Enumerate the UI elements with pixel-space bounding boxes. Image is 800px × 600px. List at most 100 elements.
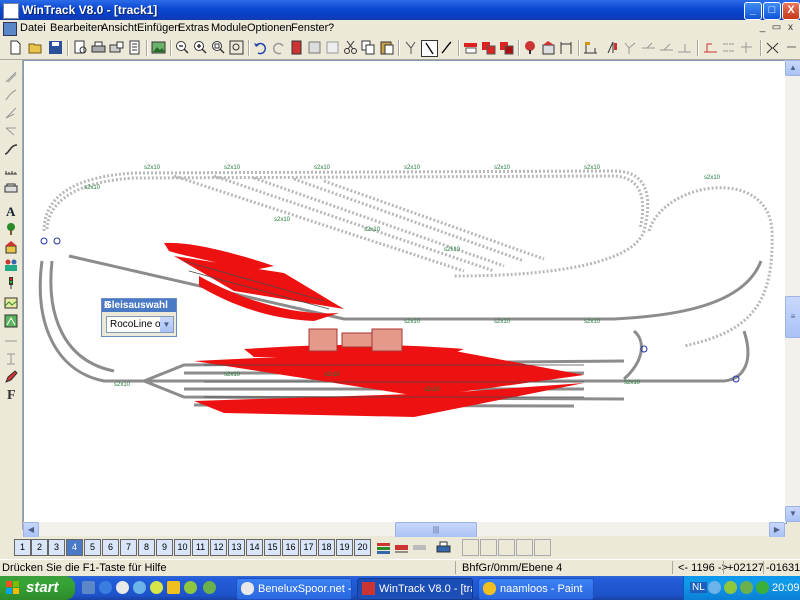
flex-track-tool-icon[interactable] <box>4 142 18 156</box>
tray-network-icon[interactable] <box>708 581 721 594</box>
view-option-3-button[interactable] <box>498 539 515 556</box>
wintrack-app-icon[interactable] <box>3 3 19 19</box>
scroll-left-icon[interactable]: ◀ <box>23 522 39 538</box>
view-option-1-button[interactable] <box>462 539 479 556</box>
close-button[interactable]: X <box>782 2 800 20</box>
print-setup-icon[interactable] <box>109 40 124 55</box>
chevron-down-icon[interactable]: ▼ <box>160 317 173 332</box>
layer-red-3-icon[interactable] <box>499 40 514 55</box>
track-curve-tool-icon[interactable] <box>4 88 18 102</box>
quicklaunch-app-3-icon[interactable] <box>184 581 197 594</box>
ruler-tool-icon[interactable] <box>4 166 18 180</box>
switch-right-tool-icon[interactable] <box>4 124 18 138</box>
layer-3-button[interactable]: 3 <box>48 539 65 556</box>
layer-11-button[interactable]: 11 <box>192 539 209 556</box>
tray-status-icon[interactable] <box>756 581 769 594</box>
layer-4-button[interactable]: 4 <box>66 539 83 556</box>
view-option-5-button[interactable] <box>534 539 551 556</box>
document-icon[interactable] <box>3 22 17 36</box>
task-paint[interactable]: naamloos - Paint <box>478 578 594 600</box>
quicklaunch-messenger-icon[interactable] <box>133 581 146 594</box>
scroll-right-icon[interactable]: ▶ <box>769 522 785 538</box>
track-system-select[interactable]: RocoLine ohn ▼ <box>106 316 174 333</box>
text-tool-icon[interactable]: A <box>4 204 18 218</box>
layer-13-button[interactable]: 13 <box>228 539 245 556</box>
drawing-canvas[interactable]: s2x10 s2x10 s2x10 s2x10 s2x10 s2x10 s2x1… <box>23 60 787 524</box>
edit-tool-icon[interactable] <box>4 370 18 384</box>
scroll-down-icon[interactable]: ▼ <box>785 506 800 522</box>
tray-security-icon[interactable] <box>724 581 737 594</box>
height-tool-icon[interactable] <box>4 352 18 366</box>
layer-19-button[interactable]: 19 <box>336 539 353 556</box>
zoom-all-icon[interactable] <box>229 40 244 55</box>
building-icon[interactable] <box>541 40 556 55</box>
quicklaunch-ie-icon[interactable] <box>99 581 112 594</box>
menu-module[interactable]: Module <box>211 22 247 34</box>
layer-5-button[interactable]: 5 <box>84 539 101 556</box>
menu-fenster[interactable]: Fenster <box>291 22 328 34</box>
menu-help[interactable]: ? <box>328 22 334 34</box>
doc-close-button[interactable]: x <box>785 22 796 33</box>
layer-stack-icon[interactable] <box>376 540 391 555</box>
task-beneluxspoor[interactable]: BeneluxSpoor.net - A... <box>236 578 352 600</box>
layer-1-button[interactable]: 1 <box>14 539 31 556</box>
menu-einfuegen[interactable]: Einfügen <box>137 22 180 34</box>
more-tools-icon[interactable] <box>784 40 799 55</box>
layer-view-icon[interactable] <box>394 540 409 555</box>
doc-restore-button[interactable]: ▭ <box>771 22 782 33</box>
layer-20-button[interactable]: 20 <box>354 539 371 556</box>
save-icon[interactable] <box>48 40 63 55</box>
quicklaunch-desktop-icon[interactable] <box>82 581 95 594</box>
layer-hide-icon[interactable] <box>412 540 427 555</box>
people-tool-icon[interactable] <box>4 258 18 272</box>
grid-2-icon[interactable] <box>739 40 754 55</box>
vertical-scroll-thumb[interactable]: ≡ <box>785 296 800 338</box>
tree-tool-icon[interactable] <box>4 222 18 236</box>
signal-icon[interactable] <box>605 40 620 55</box>
vertical-scrollbar[interactable]: ▲ ≡ ▼ <box>785 60 800 522</box>
minimize-button[interactable]: _ <box>744 2 762 20</box>
delete-icon[interactable] <box>289 40 304 55</box>
switch-left-tool-icon[interactable] <box>4 106 18 120</box>
tree-icon[interactable] <box>523 40 538 55</box>
layer-red-1-icon[interactable] <box>463 40 478 55</box>
quicklaunch-app-4-icon[interactable] <box>203 581 216 594</box>
menu-bearbeiten[interactable]: Bearbeiten <box>50 22 103 34</box>
task-wintrack[interactable]: WinTrack V8.0 - [tra... <box>357 578 473 600</box>
zoom-out-icon[interactable] <box>175 40 190 55</box>
measure-icon[interactable] <box>703 40 718 55</box>
picture-icon[interactable] <box>151 40 166 55</box>
divider-tool-icon[interactable] <box>4 334 18 348</box>
font-tool-icon[interactable]: F <box>4 386 18 400</box>
language-indicator[interactable]: NL <box>690 582 707 593</box>
connect-icon[interactable] <box>765 40 780 55</box>
ungroup-icon[interactable] <box>325 40 340 55</box>
line-tool-icon[interactable] <box>421 40 438 57</box>
layer-14-button[interactable]: 14 <box>246 539 263 556</box>
print-icon[interactable] <box>91 40 106 55</box>
zoom-in-icon[interactable] <box>193 40 208 55</box>
cut-icon[interactable] <box>343 40 358 55</box>
maximize-button[interactable]: □ <box>763 2 781 20</box>
copy-icon[interactable] <box>361 40 376 55</box>
layer-7-button[interactable]: 7 <box>120 539 137 556</box>
layer-10-button[interactable]: 10 <box>174 539 191 556</box>
switch-tool-2-icon[interactable] <box>641 40 656 55</box>
layer-15-button[interactable]: 15 <box>264 539 281 556</box>
zoom-window-icon[interactable] <box>211 40 226 55</box>
horizontal-scrollbar[interactable]: ◀ ||| ▶ <box>23 522 785 538</box>
quicklaunch-app-1-icon[interactable] <box>150 581 163 594</box>
menu-datei[interactable]: Datei <box>20 22 46 34</box>
quicklaunch-media-icon[interactable] <box>116 581 129 594</box>
start-button[interactable]: start <box>0 576 75 600</box>
signal-tool-icon[interactable] <box>4 276 18 290</box>
quicklaunch-app-2-icon[interactable] <box>167 581 180 594</box>
track-straight-tool-icon[interactable] <box>4 70 18 84</box>
catenary-icon[interactable] <box>559 40 574 55</box>
group-icon[interactable] <box>307 40 322 55</box>
house-tool-icon[interactable] <box>4 240 18 254</box>
gleisauswahl-header[interactable]: Gleisauswahl X <box>102 299 176 312</box>
layer-18-button[interactable]: 18 <box>318 539 335 556</box>
view-option-4-button[interactable] <box>516 539 533 556</box>
map-tool-icon[interactable] <box>4 314 18 328</box>
